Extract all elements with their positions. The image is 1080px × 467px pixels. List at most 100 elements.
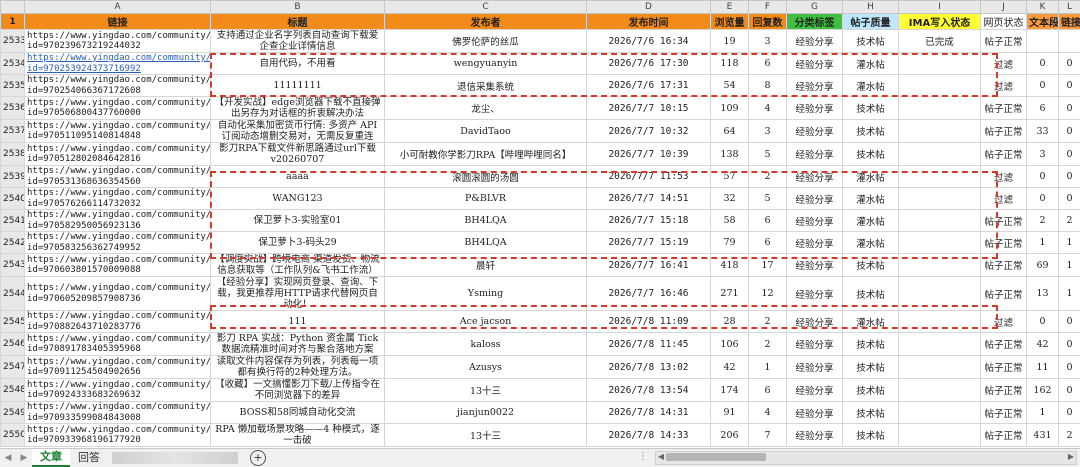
col-letter-i[interactable]: I: [899, 1, 981, 14]
row-number[interactable]: 2547: [1, 356, 25, 379]
cell-time[interactable]: 2026/7/6 16:34: [587, 30, 711, 53]
cell-paragraphs[interactable]: 1: [1027, 402, 1059, 424]
cell-replies[interactable]: 3: [749, 30, 787, 53]
cell-links[interactable]: 1: [1059, 277, 1080, 311]
cell-ima[interactable]: [899, 254, 981, 277]
cell-title[interactable]: 【收藏】一文搞懂影刀下载/上传指令在不同浏览器下的差异: [211, 379, 385, 402]
cell-label[interactable]: 经验分享: [787, 97, 843, 120]
header-links[interactable]: 链接: [1059, 14, 1080, 30]
cell-time[interactable]: 2026/7/7 10:32: [587, 120, 711, 143]
cell-label[interactable]: 经验分享: [787, 120, 843, 143]
cell-quality[interactable]: 技术帖: [843, 30, 899, 53]
cell-ima[interactable]: [899, 143, 981, 166]
cell-ima[interactable]: [899, 277, 981, 311]
row-number[interactable]: 1: [1, 14, 25, 30]
cell-status[interactable]: 帖子正常: [981, 143, 1027, 166]
cell-title[interactable]: 【经验分享】实现网页登录、查询、下载，我更推荐用HTTP请求代替网页自动化！: [211, 277, 385, 311]
cell-replies[interactable]: 4: [749, 97, 787, 120]
cell-title[interactable]: 自动化采集加密货币行情: 多资产 API 订阅动态增删交易对，无需反复重连: [211, 120, 385, 143]
cell-views[interactable]: 19: [711, 30, 749, 53]
cell-time[interactable]: 2026/7/8 14:31: [587, 402, 711, 424]
cell-status[interactable]: 帖子正常: [981, 402, 1027, 424]
cell-author[interactable]: BH4LQA: [385, 232, 587, 254]
col-letter-k[interactable]: K: [1027, 1, 1059, 14]
cell-links[interactable]: 0: [1059, 143, 1080, 166]
cell-link[interactable]: https://www.yingdao.com/community/detail…: [25, 30, 211, 53]
cell-replies[interactable]: 6: [749, 53, 787, 75]
cell-time[interactable]: 2026/7/7 11:53: [587, 166, 711, 188]
cell-ima[interactable]: [899, 333, 981, 356]
cell-replies[interactable]: 5: [749, 143, 787, 166]
header-label[interactable]: 分类标签: [787, 14, 843, 30]
cell-time[interactable]: 2026/7/7 10:39: [587, 143, 711, 166]
cell-status[interactable]: 帖子正常: [981, 424, 1027, 447]
select-all-corner[interactable]: [1, 1, 25, 14]
cell-links[interactable]: 0: [1059, 311, 1080, 333]
cell-author[interactable]: 滚圆滚圆的汤圆: [385, 166, 587, 188]
cell-status[interactable]: 过滤: [981, 75, 1027, 97]
cell-replies[interactable]: 8: [749, 75, 787, 97]
row-number[interactable]: 2541: [1, 210, 25, 232]
spreadsheet[interactable]: A B C D E F G H I J K L 1 链接 标题 发布者 发布时间…: [0, 0, 1080, 448]
cell-quality[interactable]: 灌水帖: [843, 188, 899, 210]
cell-quality[interactable]: 技术帖: [843, 356, 899, 379]
cell-quality[interactable]: 灌水帖: [843, 311, 899, 333]
cell-quality[interactable]: 技术帖: [843, 402, 899, 424]
prev-sheet-icon[interactable]: ◀: [0, 453, 16, 463]
header-link[interactable]: 链接: [25, 14, 211, 30]
cell-replies[interactable]: 3: [749, 120, 787, 143]
col-letter-g[interactable]: G: [787, 1, 843, 14]
cell-paragraphs[interactable]: 69: [1027, 254, 1059, 277]
cell-paragraphs[interactable]: 2: [1027, 210, 1059, 232]
cell-time[interactable]: 2026/7/6 17:30: [587, 53, 711, 75]
cell-views[interactable]: 109: [711, 97, 749, 120]
cell-views[interactable]: 174: [711, 379, 749, 402]
cell-replies[interactable]: 6: [749, 210, 787, 232]
cell-time[interactable]: 2026/7/7 14:51: [587, 188, 711, 210]
cell-status[interactable]: 帖子正常: [981, 210, 1027, 232]
cell-quality[interactable]: 技术帖: [843, 424, 899, 447]
cell-label[interactable]: 经验分享: [787, 333, 843, 356]
cell-links[interactable]: 0: [1059, 53, 1080, 75]
data-grid[interactable]: A B C D E F G H I J K L 1 链接 标题 发布者 发布时间…: [0, 0, 1080, 447]
cell-paragraphs[interactable]: 0: [1027, 53, 1059, 75]
cell-paragraphs[interactable]: 162: [1027, 379, 1059, 402]
cell-link[interactable]: https://www.yingdao.com/community/detail…: [25, 333, 211, 356]
cell-quality[interactable]: 技术帖: [843, 120, 899, 143]
cell-quality[interactable]: 技术帖: [843, 143, 899, 166]
plus-circle-icon[interactable]: +: [250, 450, 266, 466]
col-letter-h[interactable]: H: [843, 1, 899, 14]
next-sheet-icon[interactable]: ▶: [16, 453, 32, 463]
header-title[interactable]: 标题: [211, 14, 385, 30]
cell-author[interactable]: Azusys: [385, 356, 587, 379]
cell-quality[interactable]: 灌水帖: [843, 53, 899, 75]
cell-views[interactable]: 64: [711, 120, 749, 143]
cell-status[interactable]: 过滤: [981, 53, 1027, 75]
cell-time[interactable]: 2026/7/8 11:09: [587, 311, 711, 333]
cell-link[interactable]: https://www.yingdao.com/community/detail…: [25, 424, 211, 447]
cell-title[interactable]: aaaa: [211, 166, 385, 188]
cell-paragraphs[interactable]: 6: [1027, 97, 1059, 120]
cell-ima[interactable]: [899, 424, 981, 447]
cell-status[interactable]: 帖子正常: [981, 277, 1027, 311]
cell-paragraphs[interactable]: 0: [1027, 75, 1059, 97]
cell-label[interactable]: 经验分享: [787, 188, 843, 210]
cell-label[interactable]: 经验分享: [787, 75, 843, 97]
cell-link[interactable]: https://www.yingdao.com/community/detail…: [25, 311, 211, 333]
cell-ima[interactable]: [899, 75, 981, 97]
cell-paragraphs[interactable]: [1027, 30, 1059, 53]
cell-link[interactable]: https://www.yingdao.com/community/detail…: [25, 188, 211, 210]
cell-status[interactable]: 帖子正常: [981, 120, 1027, 143]
cell-paragraphs[interactable]: 0: [1027, 166, 1059, 188]
cell-views[interactable]: 118: [711, 53, 749, 75]
cell-links[interactable]: 1: [1059, 254, 1080, 277]
cell-author[interactable]: DavidTaoo: [385, 120, 587, 143]
sheet-tab-answers[interactable]: 回答: [70, 450, 108, 466]
header-status[interactable]: 网页状态: [981, 14, 1027, 30]
cell-status[interactable]: 帖子正常: [981, 254, 1027, 277]
more-options-icon[interactable]: ⋮: [638, 451, 648, 462]
header-views[interactable]: 浏览量: [711, 14, 749, 30]
row-number[interactable]: 2545: [1, 311, 25, 333]
cell-label[interactable]: 经验分享: [787, 356, 843, 379]
cell-links[interactable]: 0: [1059, 120, 1080, 143]
